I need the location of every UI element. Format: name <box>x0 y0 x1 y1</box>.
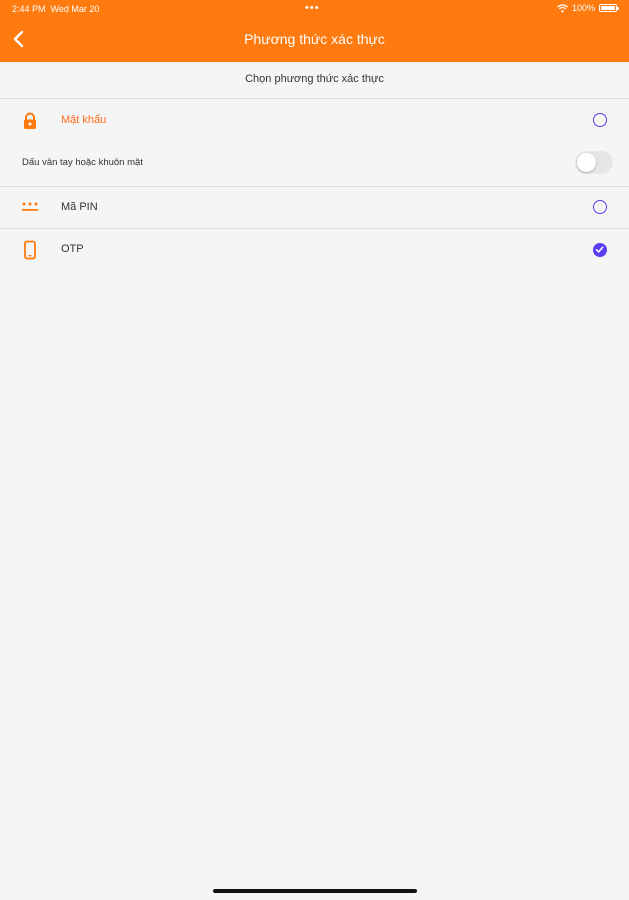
biometric-label: Dấu vân tay hoặc khuôn mặt <box>22 157 143 168</box>
section-subheader: Chọn phương thức xác thực <box>0 62 629 99</box>
status-time: 2:44 PM Wed Mar 20 <box>12 4 99 14</box>
option-pin[interactable]: Mã PIN <box>0 187 629 228</box>
status-right: 100% <box>557 3 619 13</box>
status-bar: 2:44 PM Wed Mar 20 ••• 100% <box>0 0 629 18</box>
lock-icon <box>20 111 40 136</box>
biometric-row: Dấu vân tay hoặc khuôn mặt <box>0 140 629 186</box>
option-pin-label: Mã PIN <box>61 201 98 213</box>
biometric-toggle[interactable] <box>575 151 613 174</box>
pin-dots-icon <box>20 199 40 220</box>
option-password[interactable]: Mật khẩu <box>0 100 629 140</box>
multitask-dots: ••• <box>305 2 320 14</box>
option-otp-radio[interactable] <box>593 243 607 257</box>
toggle-knob <box>577 153 596 172</box>
wifi-icon <box>557 3 568 12</box>
home-indicator[interactable] <box>213 889 417 893</box>
nav-header: 2:44 PM Wed Mar 20 ••• 100% Phương thức … <box>0 0 629 62</box>
phone-icon <box>20 240 40 265</box>
battery-percent: 100% <box>571 3 595 13</box>
option-otp[interactable]: OTP <box>0 229 629 271</box>
battery-icon <box>599 4 619 12</box>
option-password-label: Mật khẩu <box>61 114 107 126</box>
option-password-radio[interactable] <box>593 113 607 127</box>
page-title: Phương thức xác thực <box>244 31 385 47</box>
checkmark-icon <box>595 246 604 253</box>
option-pin-radio[interactable] <box>593 200 607 214</box>
status-date-text: Wed Mar 20 <box>50 4 100 14</box>
option-otp-label: OTP <box>61 243 84 255</box>
status-time-text: 2:44 PM <box>12 4 46 14</box>
